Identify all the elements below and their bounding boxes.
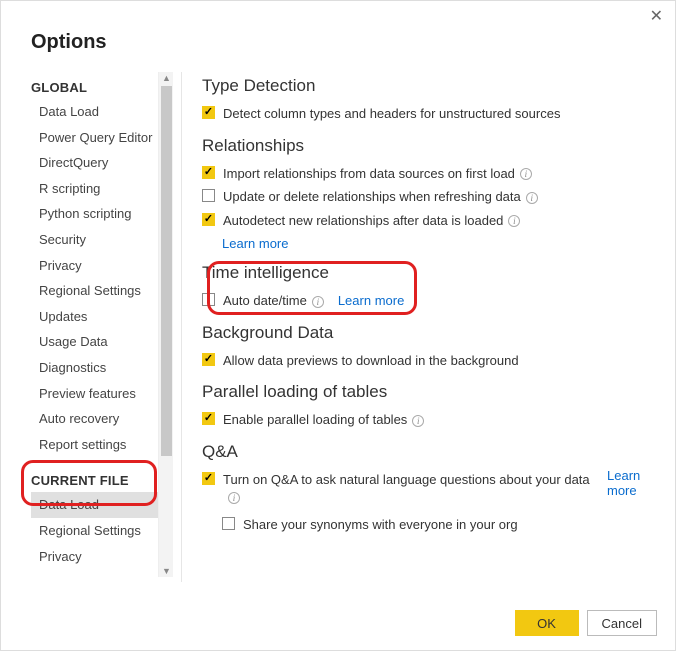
sidebar-item-privacy-global[interactable]: Privacy: [31, 253, 173, 279]
label-qna-share-synonyms: Share your synonyms with everyone in you…: [243, 516, 518, 534]
sidebar-item-security[interactable]: Security: [31, 227, 173, 253]
checkbox-autodetect-relationships[interactable]: [202, 213, 215, 226]
dialog-title: Options: [1, 1, 675, 72]
sidebar-scrollbar[interactable]: ▲ ▼: [158, 72, 173, 577]
label-update-relationships: Update or delete relationships when refr…: [223, 188, 538, 206]
info-icon[interactable]: [520, 168, 532, 180]
checkbox-qna-turn-on[interactable]: [202, 472, 215, 485]
link-qna-learn-more[interactable]: Learn more: [607, 468, 651, 498]
sidebar-item-regional-settings-file[interactable]: Regional Settings: [31, 518, 173, 544]
checkbox-update-relationships[interactable]: [202, 189, 215, 202]
info-icon[interactable]: [526, 192, 538, 204]
label-qna-turn-on: Turn on Q&A to ask natural language ques…: [223, 471, 595, 506]
info-icon[interactable]: [228, 492, 240, 504]
cancel-button[interactable]: Cancel: [587, 610, 657, 636]
group-parallel-loading: Parallel loading of tables: [202, 382, 651, 402]
sidebar-item-updates[interactable]: Updates: [31, 304, 173, 330]
checkbox-qna-share-synonyms[interactable]: [222, 517, 235, 530]
group-background-data: Background Data: [202, 323, 651, 343]
group-time-intelligence: Time intelligence: [202, 263, 651, 283]
info-icon[interactable]: [508, 215, 520, 227]
close-icon[interactable]: ✕: [650, 9, 663, 25]
checkbox-background-data[interactable]: [202, 353, 215, 366]
label-parallel-loading: Enable parallel loading of tables: [223, 411, 424, 429]
sidebar-item-regional-settings-global[interactable]: Regional Settings: [31, 278, 173, 304]
sidebar-item-privacy-file[interactable]: Privacy: [31, 544, 173, 570]
group-type-detection: Type Detection: [202, 76, 651, 96]
sidebar-item-report-settings[interactable]: Report settings: [31, 432, 173, 458]
group-qna: Q&A: [202, 442, 651, 462]
checkbox-import-relationships[interactable]: [202, 166, 215, 179]
content-pane: Type Detection Detect column types and h…: [202, 72, 675, 582]
checkbox-parallel-loading[interactable]: [202, 412, 215, 425]
chevron-down-icon[interactable]: ▼: [162, 566, 171, 576]
sidebar-item-preview-features[interactable]: Preview features: [31, 381, 173, 407]
sidebar-item-data-load-file[interactable]: Data Load: [31, 492, 173, 518]
info-icon[interactable]: [312, 296, 324, 308]
info-icon[interactable]: [412, 415, 424, 427]
checkbox-detect-column-types[interactable]: [202, 106, 215, 119]
sidebar-item-diagnostics[interactable]: Diagnostics: [31, 355, 173, 381]
sidebar: GLOBAL Data Load Power Query Editor Dire…: [31, 72, 173, 577]
sidebar-item-auto-recovery-file[interactable]: Auto recovery: [31, 569, 173, 577]
sidebar-header-global: GLOBAL: [31, 80, 173, 95]
sidebar-header-current-file: CURRENT FILE: [31, 473, 173, 488]
sidebar-item-power-query-editor[interactable]: Power Query Editor: [31, 125, 173, 151]
chevron-up-icon[interactable]: ▲: [162, 73, 171, 83]
sidebar-item-directquery[interactable]: DirectQuery: [31, 150, 173, 176]
label-detect-column-types: Detect column types and headers for unst…: [223, 105, 560, 123]
group-relationships: Relationships: [202, 136, 651, 156]
checkbox-auto-date-time[interactable]: [202, 293, 215, 306]
link-time-intelligence-learn-more[interactable]: Learn more: [338, 292, 404, 310]
sidebar-item-r-scripting[interactable]: R scripting: [31, 176, 173, 202]
sidebar-item-auto-recovery-global[interactable]: Auto recovery: [31, 406, 173, 432]
divider: [181, 72, 182, 582]
scroll-thumb[interactable]: [161, 86, 172, 456]
link-relationships-learn-more[interactable]: Learn more: [222, 236, 288, 251]
label-background-data: Allow data previews to download in the b…: [223, 352, 519, 370]
label-autodetect-relationships: Autodetect new relationships after data …: [223, 212, 520, 230]
sidebar-item-data-load-global[interactable]: Data Load: [31, 99, 173, 125]
label-import-relationships: Import relationships from data sources o…: [223, 165, 532, 183]
label-auto-date-time: Auto date/time: [223, 292, 324, 310]
sidebar-item-python-scripting[interactable]: Python scripting: [31, 201, 173, 227]
sidebar-item-usage-data[interactable]: Usage Data: [31, 329, 173, 355]
ok-button[interactable]: OK: [515, 610, 579, 636]
